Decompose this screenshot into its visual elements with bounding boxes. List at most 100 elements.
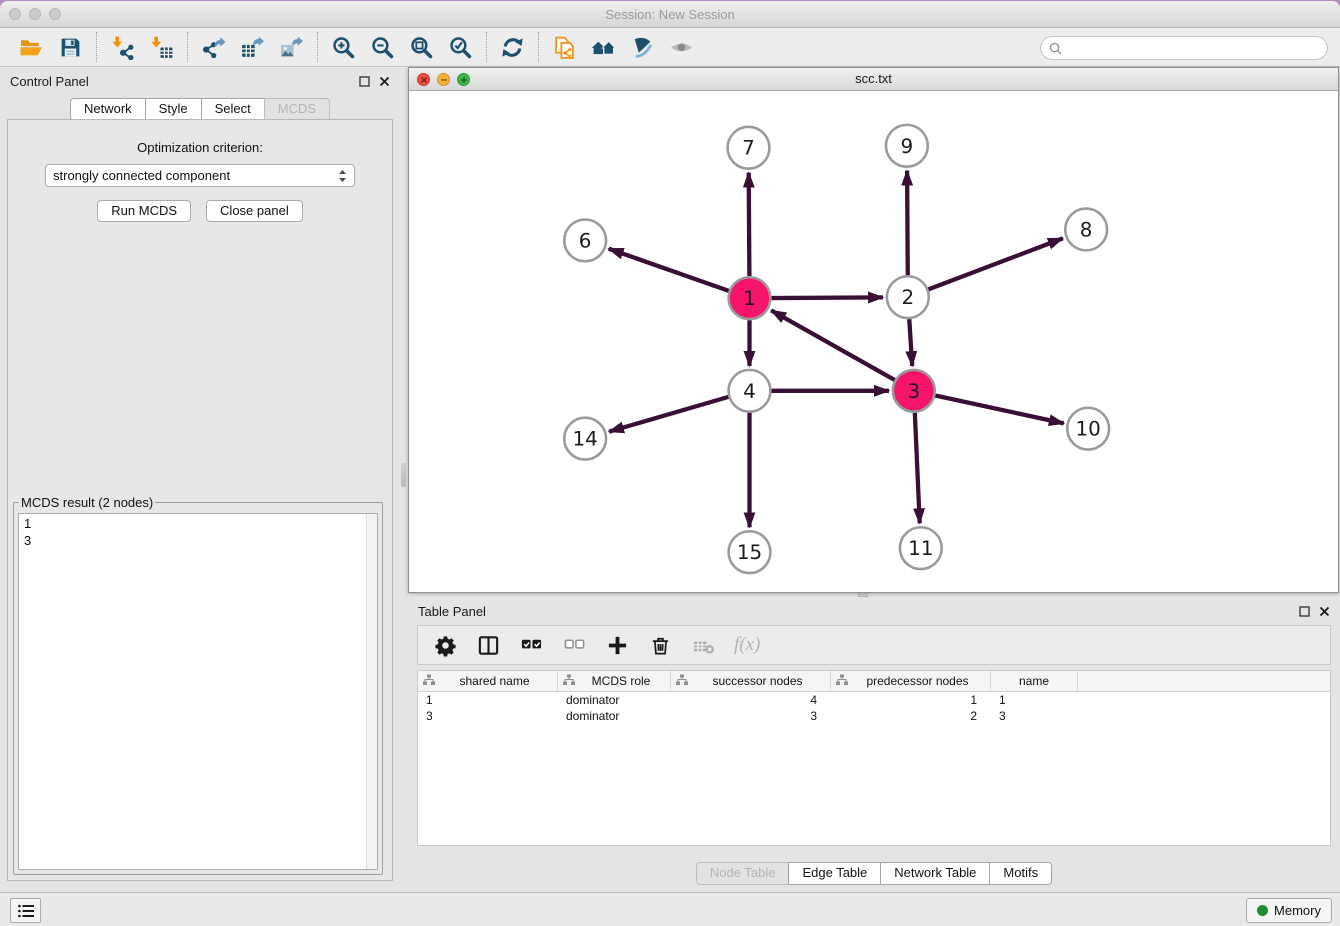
- tab-style[interactable]: Style: [145, 98, 202, 121]
- svg-text:11: 11: [908, 537, 933, 560]
- svg-text:8: 8: [1080, 218, 1093, 241]
- graph-edge-3-11[interactable]: [915, 413, 920, 524]
- tab-select[interactable]: Select: [201, 98, 265, 121]
- deselect-all-icon[interactable]: [562, 632, 586, 658]
- eye-icon[interactable]: [668, 34, 695, 61]
- graph-node-14[interactable]: 14: [564, 418, 606, 460]
- graph-edge-1-2[interactable]: [771, 297, 883, 298]
- column-header-shared-name[interactable]: shared name: [418, 671, 558, 691]
- minimize-window-button[interactable]: [29, 8, 41, 20]
- close-panel-icon[interactable]: [379, 76, 390, 87]
- delete-column-icon[interactable]: [648, 632, 672, 658]
- table-cell: dominator: [558, 693, 671, 707]
- main-toolbar: [0, 28, 1340, 67]
- svg-text:4: 4: [743, 380, 756, 403]
- float-panel-icon[interactable]: [359, 76, 370, 87]
- graph-node-1[interactable]: 1: [729, 277, 771, 319]
- mcds-result-area[interactable]: 1 3: [18, 513, 378, 870]
- tab-network[interactable]: Network: [70, 98, 146, 121]
- vertical-splitter-grip[interactable]: [401, 463, 406, 487]
- graph-node-3[interactable]: 3: [893, 370, 935, 412]
- column-header-successor-nodes[interactable]: successor nodes: [671, 671, 831, 691]
- graph-node-9[interactable]: 9: [886, 125, 928, 167]
- column-header-name[interactable]: name: [991, 671, 1078, 691]
- show-panel-button[interactable]: [10, 898, 41, 923]
- export-image-icon[interactable]: [278, 34, 305, 61]
- graph-edge-2-3[interactable]: [909, 319, 912, 366]
- network-minimize-button[interactable]: [437, 73, 450, 86]
- houses-icon[interactable]: [590, 34, 617, 61]
- titlebar: Session: New Session: [0, 1, 1340, 28]
- memory-button[interactable]: Memory: [1246, 898, 1332, 923]
- toolbar-group: [317, 32, 486, 62]
- tab-motifs[interactable]: Motifs: [989, 862, 1052, 885]
- float-table-panel-icon[interactable]: [1299, 606, 1310, 617]
- vertical-splitter[interactable]: [400, 68, 408, 893]
- graph-edge-2-9[interactable]: [907, 171, 908, 276]
- refresh-icon[interactable]: [499, 34, 526, 61]
- column-header-MCDS-role[interactable]: MCDS role: [558, 671, 671, 691]
- zoom-fit-icon[interactable]: [408, 34, 435, 61]
- import-table-icon[interactable]: [148, 34, 175, 61]
- save-icon[interactable]: [57, 34, 84, 61]
- zoom-in-icon[interactable]: [330, 34, 357, 61]
- network-graph: 7 9 6 8 1 2 4 3 14 10 15 11: [409, 91, 1338, 592]
- duplicate-network-icon[interactable]: [551, 34, 578, 61]
- graph-edge-3-1[interactable]: [771, 310, 895, 380]
- export-table-icon[interactable]: [239, 34, 266, 61]
- graph-node-2[interactable]: 2: [887, 276, 929, 318]
- control-panel: Control Panel NetworkStyleSelectMCDS Opt…: [0, 68, 400, 893]
- gear-icon[interactable]: [433, 632, 457, 658]
- import-network-icon[interactable]: [109, 34, 136, 61]
- graph-node-8[interactable]: 8: [1065, 209, 1107, 251]
- svg-text:9: 9: [901, 135, 914, 158]
- graphics-details-icon[interactable]: [629, 34, 656, 61]
- tab-edge-table[interactable]: Edge Table: [788, 862, 881, 885]
- search-input[interactable]: [1067, 41, 1319, 56]
- toolbar-group: [486, 32, 538, 62]
- graph-node-7[interactable]: 7: [728, 127, 770, 169]
- mcds-panel: Optimization criterion: strongly connect…: [7, 119, 393, 881]
- zoom-out-icon[interactable]: [369, 34, 396, 61]
- graph-node-11[interactable]: 11: [900, 527, 942, 569]
- tab-network-table[interactable]: Network Table: [880, 862, 990, 885]
- zoom-selected-icon[interactable]: [447, 34, 474, 61]
- run-mcds-button[interactable]: Run MCDS: [97, 200, 191, 222]
- graph-edge-1-7[interactable]: [749, 173, 750, 277]
- close-panel-button[interactable]: Close panel: [206, 200, 303, 222]
- table-cell: 3: [991, 709, 1078, 723]
- tab-node-table[interactable]: Node Table: [696, 862, 790, 885]
- criterion-select[interactable]: strongly connected component: [45, 164, 355, 187]
- list-icon: [17, 903, 35, 919]
- split-columns-icon[interactable]: [476, 632, 500, 658]
- table-cell: 2: [831, 709, 991, 723]
- close-table-panel-icon[interactable]: [1319, 606, 1330, 617]
- export-network-icon[interactable]: [200, 34, 227, 61]
- graph-node-6[interactable]: 6: [564, 219, 606, 261]
- select-all-icon[interactable]: [519, 632, 543, 658]
- graph-node-4[interactable]: 4: [729, 370, 771, 412]
- graph-edge-4-14[interactable]: [609, 397, 728, 432]
- svg-text:6: 6: [579, 229, 592, 252]
- network-close-button[interactable]: [417, 73, 430, 86]
- open-folder-icon[interactable]: [18, 34, 45, 61]
- close-window-button[interactable]: [9, 8, 21, 20]
- graph-edge-1-6[interactable]: [609, 249, 729, 291]
- search-box[interactable]: [1040, 36, 1328, 60]
- tab-mcds[interactable]: MCDS: [264, 98, 330, 121]
- add-column-icon[interactable]: [605, 632, 629, 658]
- column-label: name: [994, 674, 1074, 688]
- table-row[interactable]: 1dominator411: [418, 692, 1330, 708]
- result-scrollbar[interactable]: [366, 514, 377, 869]
- graph-edge-2-8[interactable]: [928, 238, 1062, 289]
- graph-node-15[interactable]: 15: [729, 531, 771, 573]
- table-body: 1dominator4113dominator323: [418, 692, 1330, 724]
- zoom-window-button[interactable]: [49, 8, 61, 20]
- column-header-predecessor-nodes[interactable]: predecessor nodes: [831, 671, 991, 691]
- table-row[interactable]: 3dominator323: [418, 708, 1330, 724]
- mcds-result-fieldset: MCDS result (2 nodes) 1 3: [13, 495, 383, 875]
- network-zoom-button[interactable]: [457, 73, 470, 86]
- graph-edge-3-10[interactable]: [935, 395, 1064, 423]
- network-canvas[interactable]: 7 9 6 8 1 2 4 3 14 10 15 11: [409, 91, 1338, 592]
- graph-node-10[interactable]: 10: [1067, 408, 1109, 450]
